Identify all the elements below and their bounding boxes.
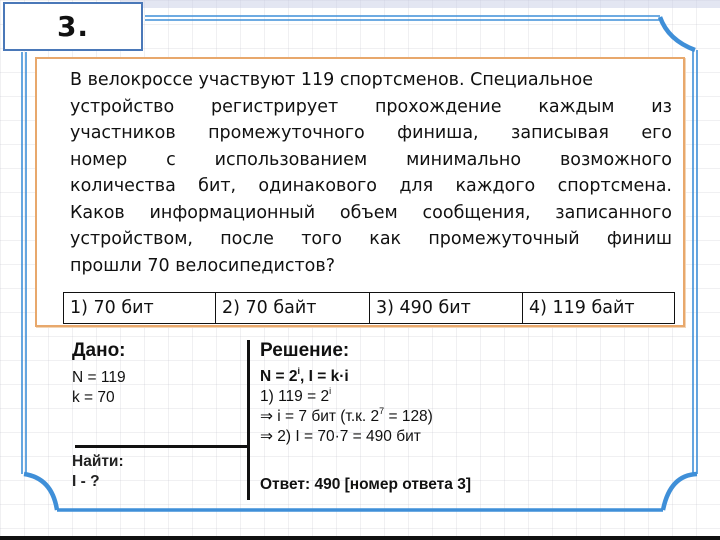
- task-line: участников промежуточного финиша, записы…: [70, 123, 672, 143]
- answer-option-3: 3) 490 бит: [369, 292, 523, 324]
- given-value: N = 119: [72, 369, 126, 386]
- answer-options-table: 1) 70 бит 2) 70 байт 3) 490 бит 4) 119 б…: [63, 292, 675, 324]
- solution-heading: Решение:: [260, 340, 350, 361]
- find-section: Найти: I - ?: [72, 452, 124, 492]
- given-section: Дано: N = 119 k = 70: [72, 340, 247, 408]
- answer-option-4: 4) 119 байт: [522, 292, 675, 324]
- given-find-divider: [75, 445, 249, 448]
- formula-part: , I = k·i: [300, 368, 349, 385]
- task-line: количества бит, одинакового для каждого …: [70, 176, 672, 196]
- task-line: устройством, после того как промежуточны…: [70, 229, 672, 249]
- given-heading: Дано:: [72, 340, 126, 361]
- formula-part: N = 2: [260, 368, 298, 385]
- answer-options-row: 1) 70 бит 2) 70 байт 3) 490 бит 4) 119 б…: [63, 292, 675, 324]
- final-answer: Ответ: 490 [номер ответа 3]: [260, 476, 471, 493]
- task-line: В велокроссе участвуют 119 спортсменов. …: [70, 70, 593, 90]
- step-superscript: i: [329, 386, 332, 396]
- solution-step-3: ⇒ 2) I = 70·7 = 490 бит: [260, 428, 421, 445]
- frame-top-right-curl: [657, 16, 696, 53]
- task-line: номер с использованием минимально возмож…: [70, 149, 672, 170]
- slide-number: 3.: [56, 10, 90, 43]
- step-text-tail: = 128): [384, 408, 433, 425]
- task-line: прошли 70 велосипедистов?: [70, 255, 335, 276]
- task-line: Каков информационный объем сообщения, за…: [70, 202, 672, 223]
- given-solution-divider: [247, 340, 250, 500]
- solution-step-1: 1) 119 = 2i: [260, 387, 660, 407]
- given-value: k = 70: [72, 389, 115, 406]
- step-text: 1) 119 = 2: [260, 388, 330, 405]
- solution-step-2: ⇒ i = 7 бит (т.к. 27 = 128): [260, 407, 660, 427]
- answer-option-1: 1) 70 бит: [63, 292, 216, 324]
- frame-bottom-right-curl: [660, 471, 698, 511]
- find-heading: Найти:: [72, 453, 124, 470]
- task-statement: В велокроссе участвуют 119 спортсменов. …: [70, 67, 672, 279]
- solution-section: Решение: N = 2i, I = k·i 1) 119 = 2i ⇒ i…: [260, 340, 660, 447]
- slide-number-box: 3.: [3, 2, 143, 51]
- solution-formula: N = 2i, I = k·i: [260, 367, 660, 387]
- task-box: В велокроссе участвуют 119 спортсменов. …: [35, 57, 685, 327]
- task-line: устройство регистрирует прохождение кажд…: [70, 96, 672, 117]
- step-text: ⇒ i = 7 бит (т.к. 2: [260, 408, 380, 425]
- bottom-edge: [0, 536, 720, 540]
- find-value: I - ?: [72, 473, 100, 490]
- frame-bottom-left-curl: [23, 471, 60, 511]
- answer-option-2: 2) 70 байт: [215, 292, 370, 324]
